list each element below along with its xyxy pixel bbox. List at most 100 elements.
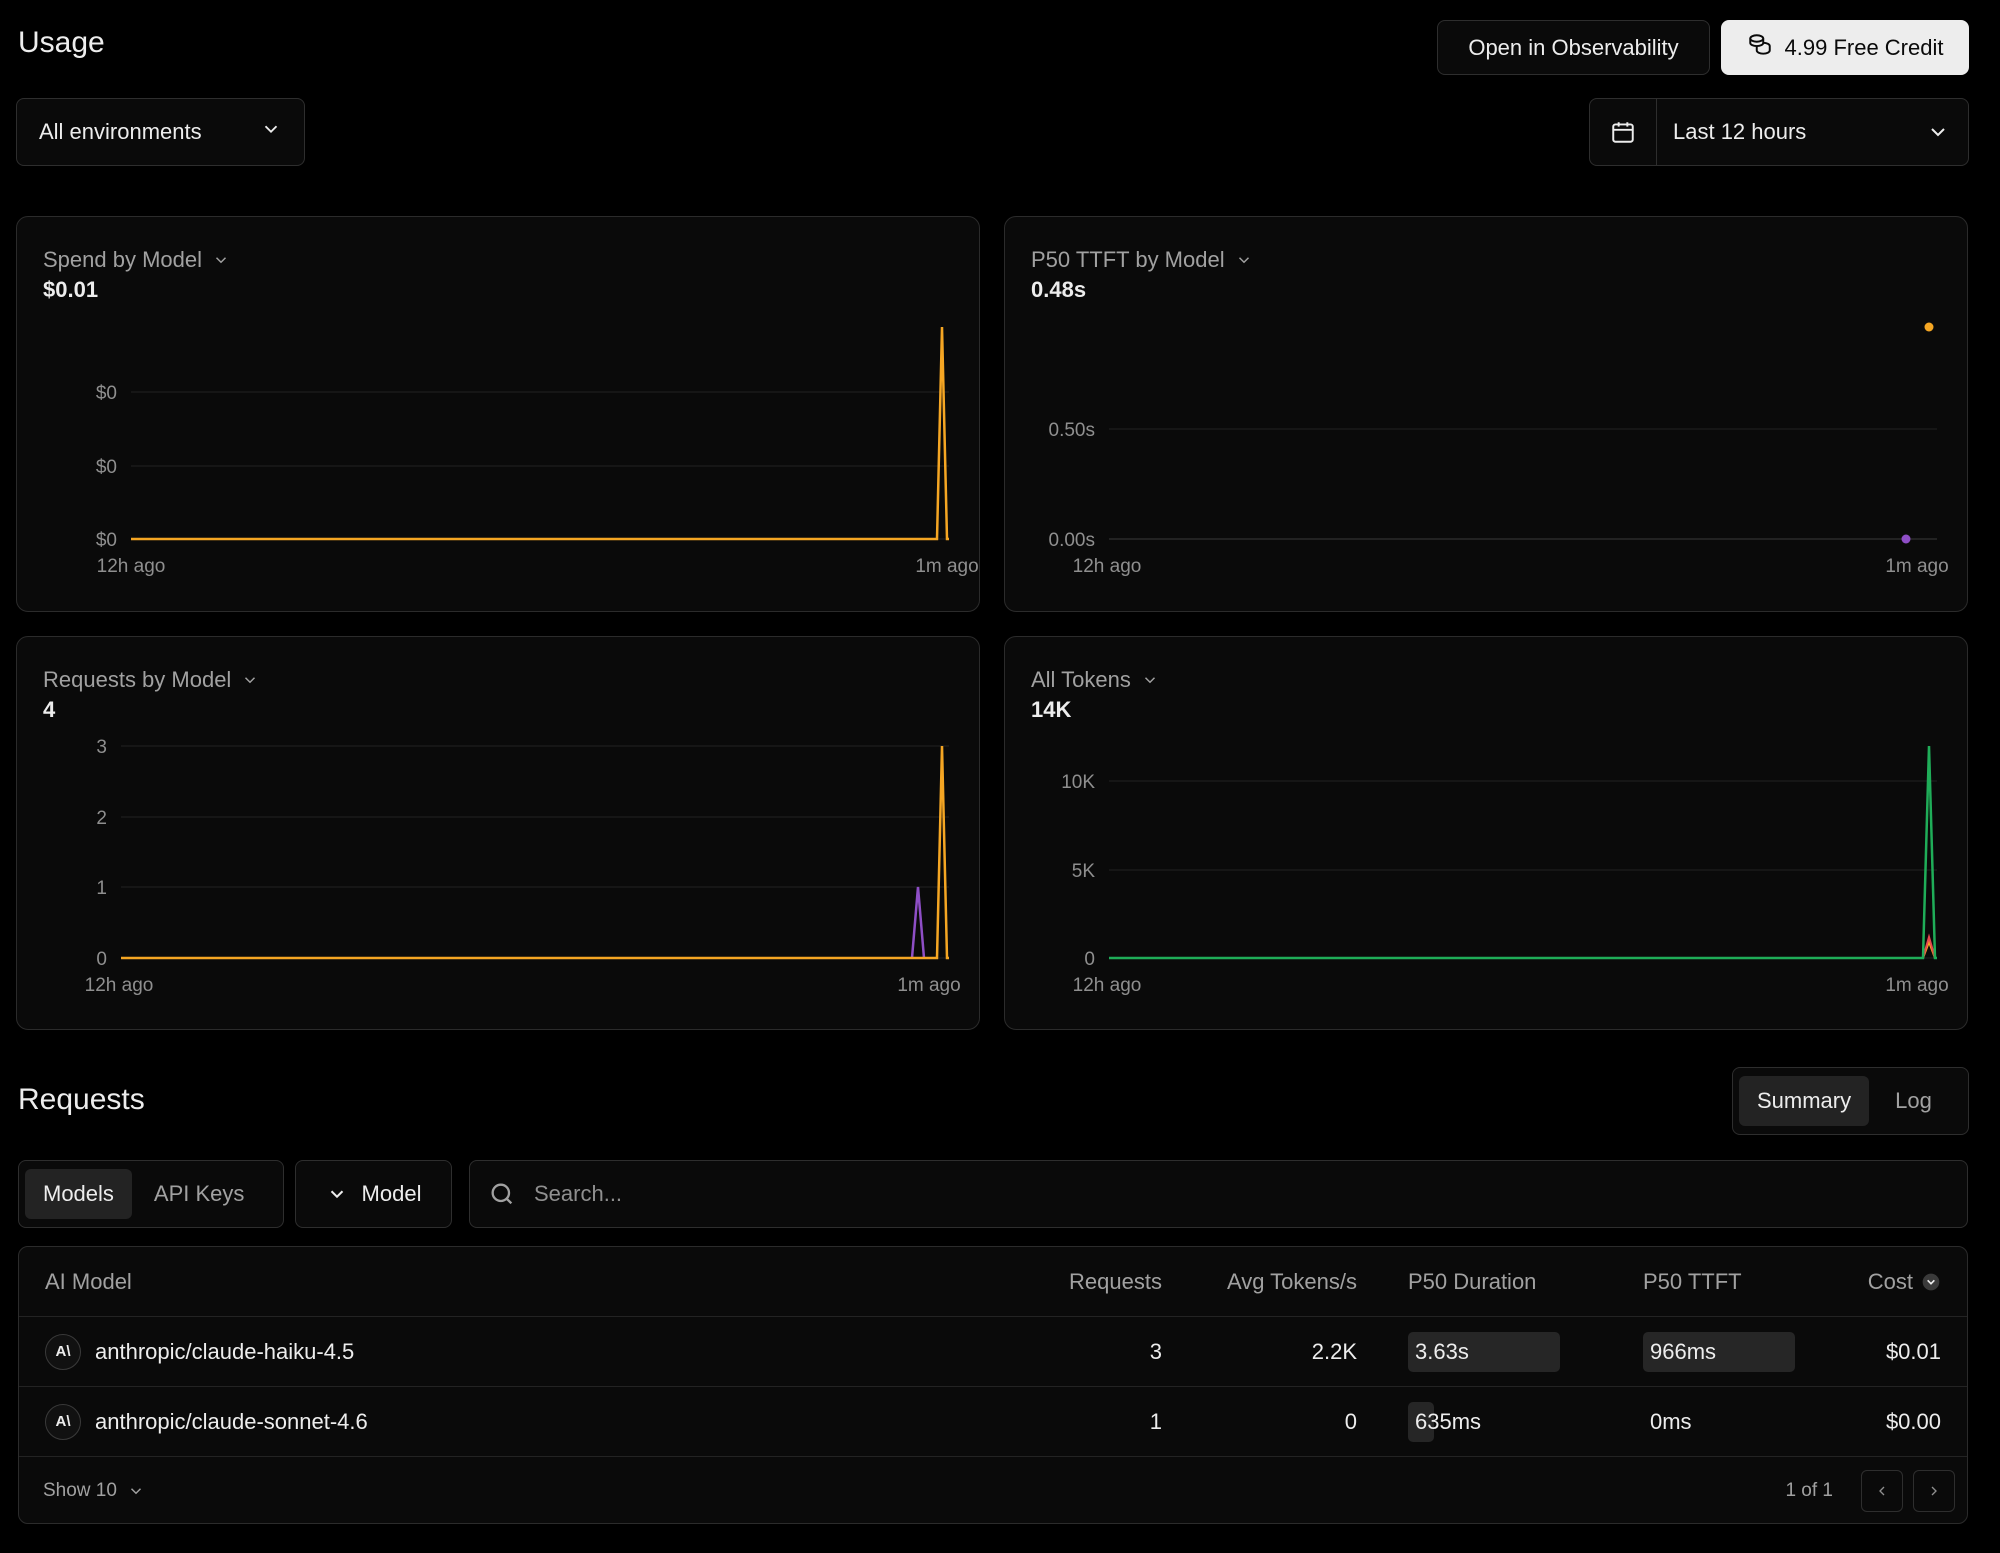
y-tick: 1 [96, 878, 107, 899]
x-tick-start: 12h ago [97, 556, 166, 577]
y-tick: 0 [96, 949, 107, 970]
col-cost-label: Cost [1867, 1268, 1913, 1294]
model-filter-label: Model [361, 1181, 422, 1206]
page-indicator: 1 of 1 [1785, 1480, 1833, 1501]
prev-page-button[interactable] [1861, 1470, 1903, 1512]
x-tick-start: 12h ago [85, 975, 154, 996]
time-range-select[interactable]: Last 12 hours [1589, 98, 1969, 166]
spend-by-model-card: Spend by Model $0.01 $0 $0 $0 12h ago 1m… [16, 216, 980, 612]
requests-count: 1 [1149, 1408, 1162, 1434]
ttft-bar: 0ms [1643, 1402, 1795, 1442]
y-tick: 5K [1072, 861, 1096, 882]
requests-table: AI Model Requests Avg Tokens/s P50 Durat… [18, 1246, 1968, 1524]
y-tick: $0 [96, 383, 117, 404]
next-page-button[interactable] [1913, 1470, 1955, 1512]
requests-section-title: Requests [18, 1083, 145, 1116]
series-line-green [1109, 745, 1937, 960]
series-line-orange [121, 745, 949, 960]
x-tick-end: 1m ago [915, 556, 978, 577]
spend-chart: $0 $0 $0 12h ago 1m ago [96, 326, 979, 577]
time-range-value: Last 12 hours [1673, 119, 1807, 144]
group-toggle: Models API Keys [18, 1160, 284, 1228]
y-tick: 2 [96, 808, 107, 829]
col-cost[interactable]: Cost [1868, 1247, 1941, 1316]
ttft-chart: 0.50s 0.00s 12h ago 1m ago [1049, 322, 1949, 577]
page-size-label: Show 10 [43, 1480, 117, 1501]
model-filter-button[interactable]: Model [295, 1160, 452, 1228]
tokens-chart: 10K 5K 0 12h ago 1m ago [1061, 745, 1949, 996]
chevron-right-icon [1931, 1486, 1937, 1496]
series-line-orange [131, 326, 949, 541]
p50-ttft: 0ms [1650, 1408, 1692, 1434]
x-tick-start: 12h ago [1073, 556, 1142, 577]
y-tick: 0.00s [1049, 530, 1095, 551]
model-name: anthropic/claude-haiku-4.5 [95, 1338, 355, 1364]
y-tick: $0 [96, 457, 117, 478]
requests-count: 3 [1149, 1338, 1162, 1364]
series-line-red [1922, 933, 1936, 959]
point-purple [1901, 534, 1911, 544]
col-p50-ttft[interactable]: P50 TTFT [1643, 1247, 1742, 1316]
avg-tokens: 0 [1344, 1408, 1357, 1434]
x-tick-end: 1m ago [1885, 975, 1948, 996]
col-p50-duration[interactable]: P50 Duration [1408, 1247, 1536, 1316]
calendar-icon [1590, 99, 1657, 165]
coins-icon [1747, 32, 1773, 64]
p50-ttft-card: P50 TTFT by Model 0.48s 0.50s 0.00s 12h … [1004, 216, 1968, 612]
chevron-down-icon [130, 1488, 141, 1495]
p50-duration: 3.63s [1415, 1338, 1469, 1364]
table-footer: Show 10 1 of 1 [19, 1457, 1967, 1523]
p50-ttft: 966ms [1650, 1338, 1717, 1364]
series-line-purple [910, 886, 926, 959]
search-box [469, 1160, 1968, 1228]
x-tick-end: 1m ago [897, 975, 960, 996]
y-tick: 10K [1061, 772, 1095, 793]
tab-log[interactable]: Log [1877, 1076, 1950, 1126]
anthropic-logo-icon: A\ [45, 1403, 81, 1440]
col-avg-tokens[interactable]: Avg Tokens/s [1227, 1247, 1357, 1316]
page-title: Usage [18, 26, 105, 59]
search-icon [491, 1183, 513, 1205]
table-row[interactable]: A\ anthropic/claude-haiku-4.5 3 2.2K 3.6… [19, 1317, 1967, 1387]
y-tick: 0 [1084, 949, 1095, 970]
point-orange [1924, 322, 1934, 332]
ttft-bar: 966ms [1643, 1331, 1795, 1372]
anthropic-logo-icon: A\ [45, 1333, 81, 1370]
y-tick: 0.50s [1049, 420, 1095, 441]
environment-value: All environments [39, 119, 202, 144]
sort-desc-icon [1922, 1273, 1940, 1290]
tab-api-keys[interactable]: API Keys [136, 1169, 262, 1219]
open-observability-button[interactable]: Open in Observability [1437, 20, 1710, 75]
cost: $0.00 [1885, 1408, 1941, 1434]
view-toggle: Summary Log [1732, 1067, 1969, 1135]
chevron-down-icon [330, 1190, 343, 1199]
table-row[interactable]: A\ anthropic/claude-sonnet-4.6 1 0 635ms… [19, 1387, 1967, 1457]
chevron-left-icon [1879, 1486, 1885, 1496]
free-credit-button[interactable]: 4.99 Free Credit [1721, 20, 1969, 75]
page-size-select[interactable]: Show 10 [43, 1457, 145, 1523]
p50-duration: 635ms [1415, 1408, 1482, 1434]
col-requests[interactable]: Requests [1069, 1247, 1162, 1316]
cost: $0.01 [1885, 1338, 1941, 1364]
model-name: anthropic/claude-sonnet-4.6 [95, 1408, 368, 1434]
duration-bar: 3.63s [1408, 1331, 1560, 1372]
environment-select[interactable]: All environments [16, 98, 305, 166]
duration-bar: 635ms [1408, 1401, 1560, 1442]
y-tick: $0 [96, 530, 117, 551]
requests-chart: 3 2 1 0 12h ago 1m ago [85, 737, 961, 996]
free-credit-label: 4.99 Free Credit [1784, 34, 1944, 60]
table-header: AI Model Requests Avg Tokens/s P50 Durat… [19, 1247, 1967, 1317]
x-tick-start: 12h ago [1073, 975, 1142, 996]
col-ai-model[interactable]: AI Model [45, 1247, 132, 1316]
tab-models[interactable]: Models [25, 1169, 132, 1219]
x-tick-end: 1m ago [1885, 556, 1948, 577]
avg-tokens: 2.2K [1311, 1338, 1357, 1364]
all-tokens-card: All Tokens 14K 10K 5K 0 12h ago 1m ago [1004, 636, 1968, 1030]
y-tick: 3 [96, 737, 107, 758]
search-input[interactable] [532, 1180, 1736, 1208]
chevron-down-icon [1926, 120, 1968, 144]
requests-by-model-card: Requests by Model 4 3 2 1 0 12h ago 1m a… [16, 636, 980, 1030]
chevron-down-icon [260, 118, 282, 146]
tab-summary[interactable]: Summary [1739, 1076, 1870, 1126]
pagination: 1 of 1 [1785, 1457, 1955, 1523]
